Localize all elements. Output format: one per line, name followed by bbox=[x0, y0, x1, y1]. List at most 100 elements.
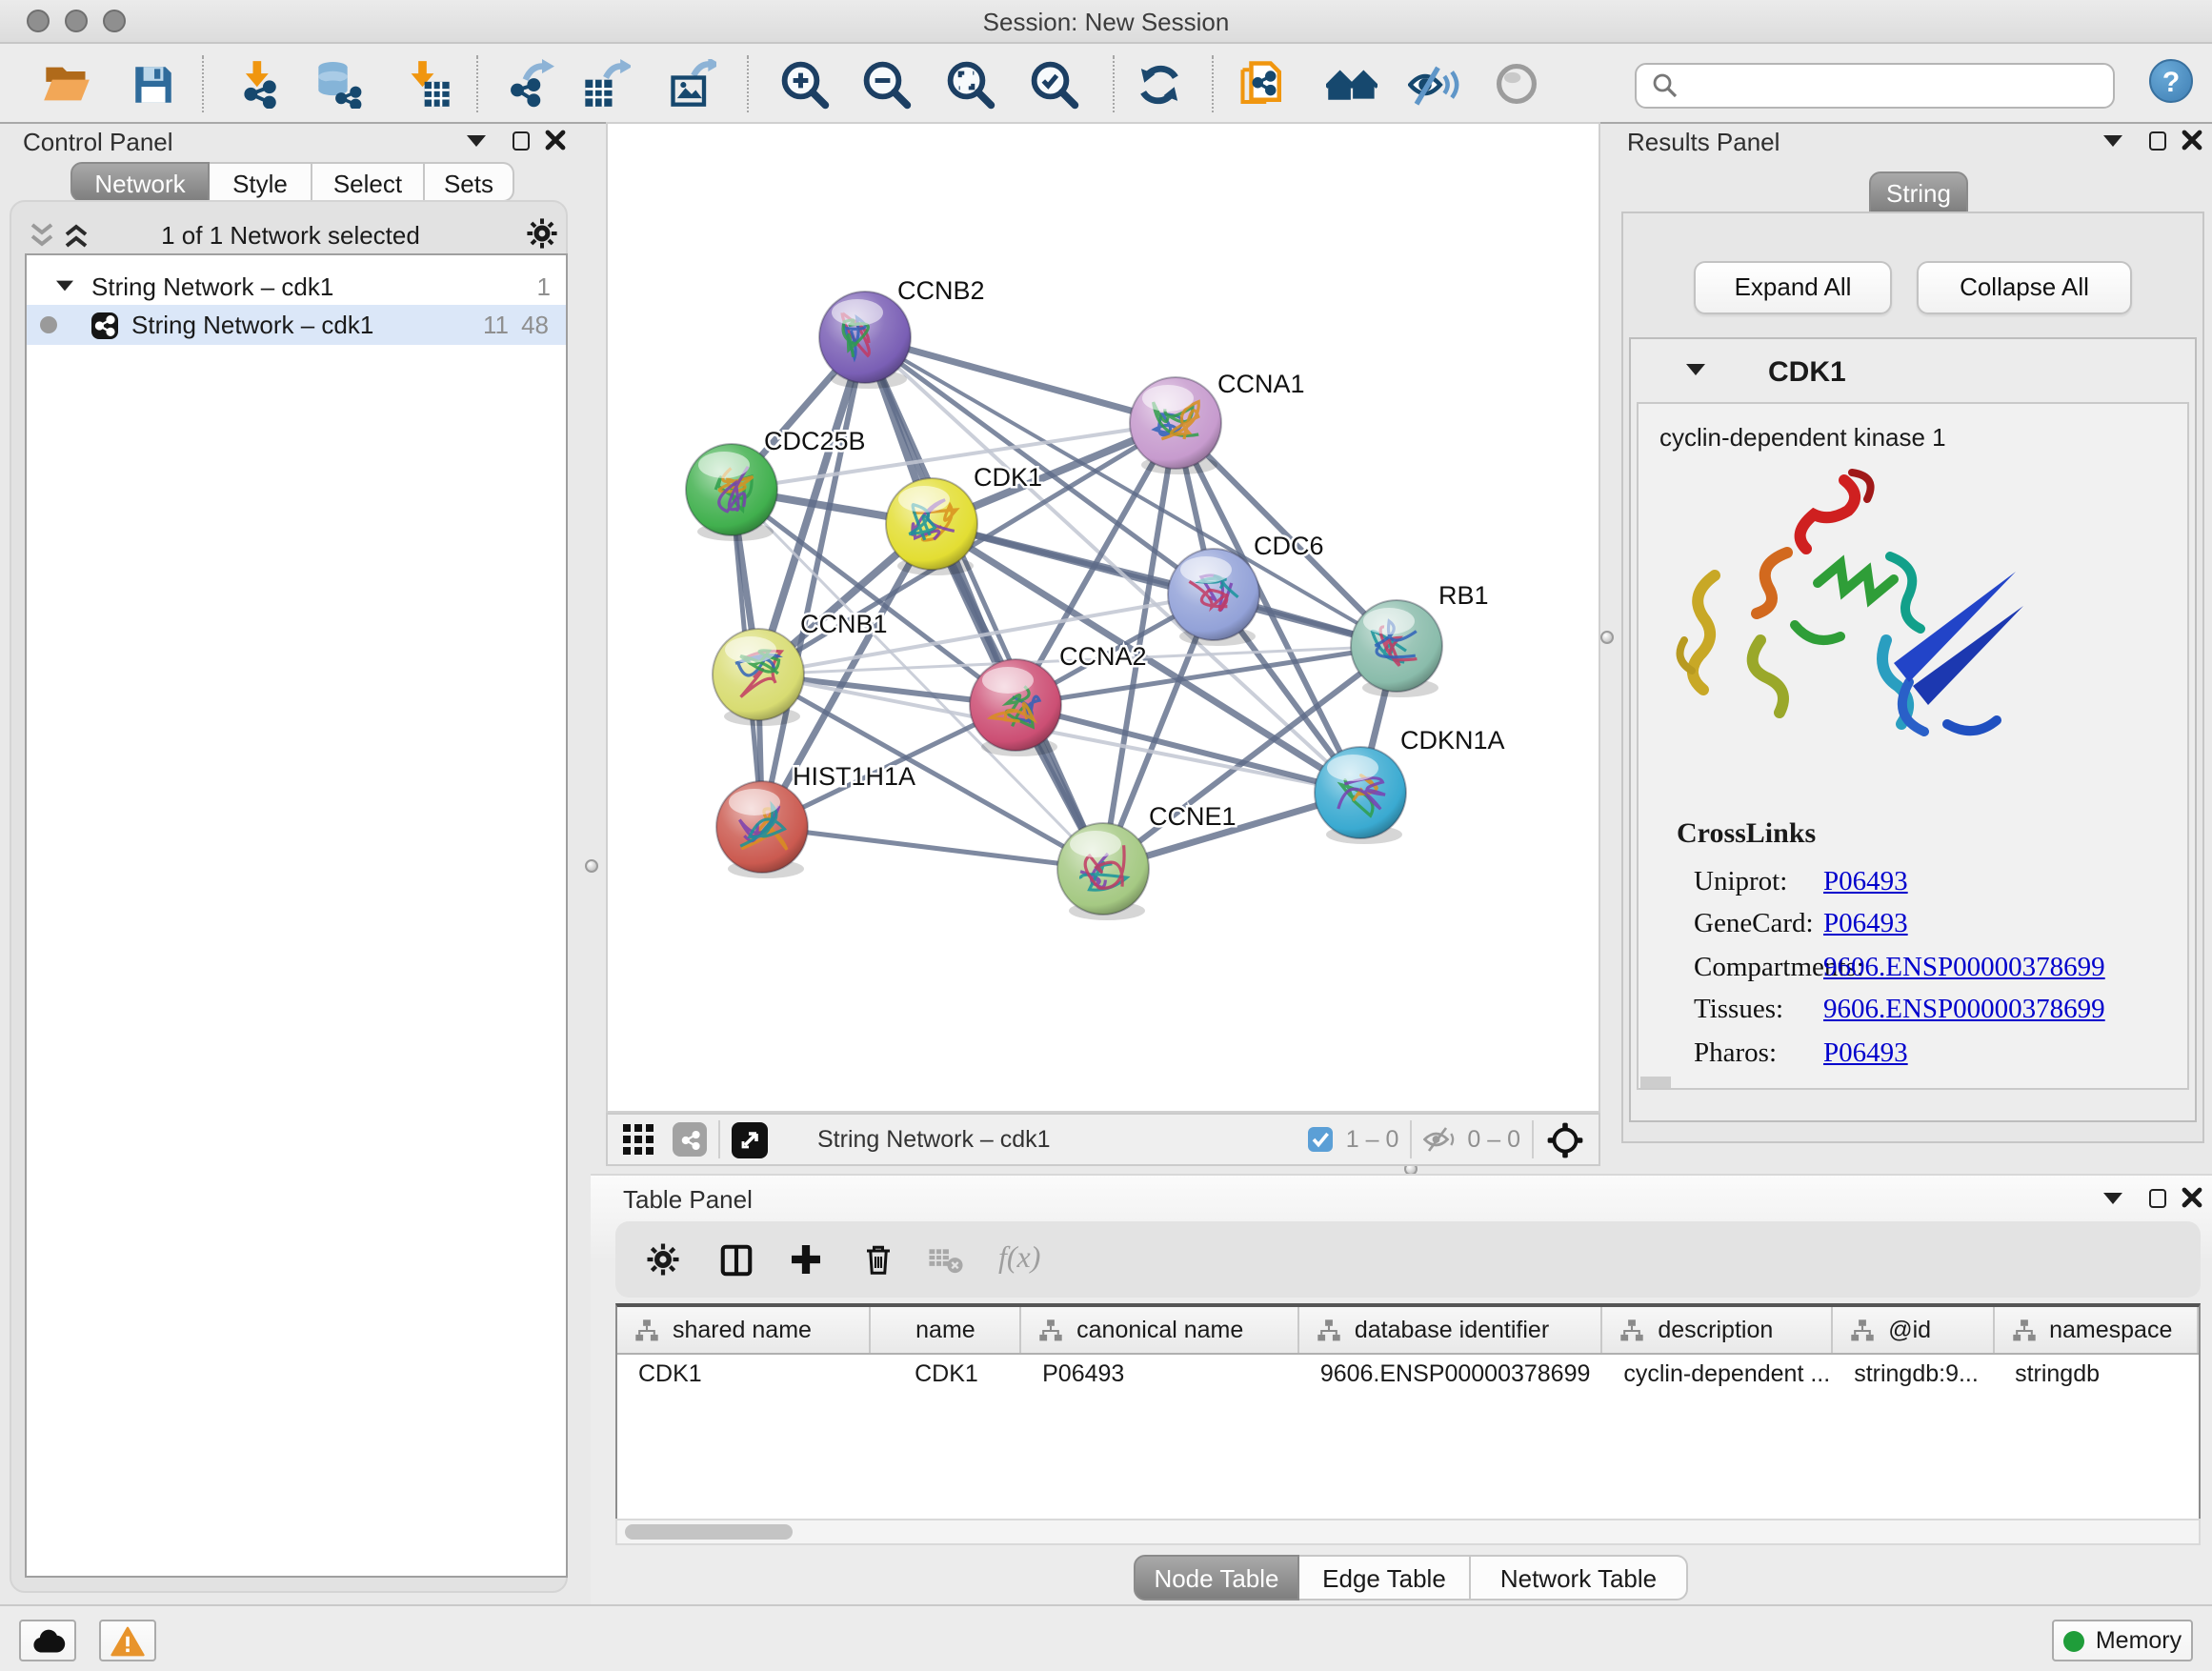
protein-section-collapse-icon[interactable] bbox=[1686, 364, 1705, 375]
column-header-name[interactable]: name bbox=[872, 1307, 1021, 1353]
import-table-icon[interactable] bbox=[402, 57, 455, 111]
graph-node-hist1h1a[interactable] bbox=[716, 781, 808, 878]
zoom-fit-icon[interactable] bbox=[943, 57, 996, 111]
right-splitter-handle[interactable] bbox=[1600, 631, 1614, 644]
grid-view-icon[interactable] bbox=[623, 1123, 655, 1156]
birdseye-icon[interactable] bbox=[1545, 1119, 1585, 1159]
graph-node-cdc25b[interactable] bbox=[686, 444, 777, 541]
help-icon[interactable]: ? bbox=[2149, 59, 2193, 103]
search-icon bbox=[1652, 72, 1679, 99]
network-row-selected[interactable]: String Network – cdk1 11 48 bbox=[27, 305, 566, 345]
crosslink-value-link[interactable]: P06493 bbox=[1823, 867, 1908, 899]
refresh-layout-icon[interactable] bbox=[1132, 57, 1185, 111]
left-splitter-handle[interactable] bbox=[585, 859, 598, 873]
tab-sets[interactable]: Sets bbox=[425, 162, 514, 202]
graph-node-cdkn1a[interactable] bbox=[1315, 747, 1406, 844]
tab-select[interactable]: Select bbox=[312, 162, 425, 202]
delete-column-icon[interactable] bbox=[861, 1242, 895, 1277]
hide-labels-icon[interactable] bbox=[1406, 57, 1459, 111]
graph-node-ccne1[interactable] bbox=[1057, 823, 1149, 920]
control-panel-float-icon[interactable] bbox=[513, 131, 530, 151]
table-cell[interactable]: stringdb bbox=[1994, 1355, 2199, 1393]
table-hscrollbar[interactable] bbox=[615, 1519, 2201, 1545]
selected-checkbox-icon[interactable] bbox=[1308, 1126, 1335, 1153]
expand-all-button[interactable]: Expand All bbox=[1694, 261, 1892, 314]
collection-expand-icon[interactable] bbox=[56, 281, 73, 292]
table-panel-close-icon[interactable] bbox=[2182, 1187, 2202, 1208]
graph-node-ccna1[interactable] bbox=[1130, 377, 1221, 474]
toolbar-separator bbox=[202, 55, 204, 112]
crosslink-row: Compartments:9606.ENSP00000378699 bbox=[1694, 947, 2180, 990]
import-network-file-icon[interactable] bbox=[232, 57, 286, 111]
tab-edge-table[interactable]: Edge Table bbox=[1299, 1555, 1471, 1601]
table-row[interactable]: CDK1CDK1P064939606.ENSP00000378699cyclin… bbox=[617, 1355, 2199, 1393]
network-node-count: 11 bbox=[483, 311, 509, 339]
tab-style[interactable]: Style bbox=[210, 162, 312, 202]
network-collection-row[interactable]: String Network – cdk1 1 bbox=[27, 267, 566, 305]
control-panel-tabs: Network Style Select Sets bbox=[70, 162, 514, 202]
graph-node-rb1[interactable] bbox=[1351, 600, 1442, 697]
graph-edge[interactable] bbox=[762, 827, 1103, 869]
export-network-icon[interactable] bbox=[503, 57, 556, 111]
import-network-database-icon[interactable] bbox=[312, 57, 366, 111]
cloud-status-button[interactable] bbox=[19, 1620, 76, 1661]
column-header-namespace[interactable]: namespace bbox=[1994, 1307, 2199, 1353]
tab-string[interactable]: String bbox=[1869, 171, 1968, 213]
crosslink-value-link[interactable]: 9606.ENSP00000378699 bbox=[1823, 996, 2105, 1028]
graph-node-cdk1[interactable] bbox=[886, 478, 977, 575]
expand-all-icon[interactable] bbox=[61, 221, 91, 250]
open-session-icon[interactable] bbox=[40, 57, 93, 111]
zoom-selected-icon[interactable] bbox=[1027, 57, 1080, 111]
table-cell[interactable]: stringdb:9... bbox=[1833, 1355, 1994, 1393]
column-header-shared-name[interactable]: shared name bbox=[617, 1307, 872, 1353]
column-header-description[interactable]: description bbox=[1602, 1307, 1833, 1353]
control-panel-menu-icon[interactable] bbox=[467, 135, 486, 147]
share-document-icon[interactable] bbox=[1237, 57, 1290, 111]
zoom-in-icon[interactable] bbox=[777, 57, 831, 111]
table-options-gear-icon[interactable] bbox=[646, 1242, 680, 1277]
table-cell[interactable]: cyclin-dependent ... bbox=[1602, 1355, 1833, 1393]
table-hscrollbar-thumb[interactable] bbox=[625, 1524, 793, 1540]
search-input[interactable] bbox=[1688, 70, 2113, 101]
warning-button[interactable] bbox=[99, 1620, 156, 1661]
table-cell[interactable]: CDK1 bbox=[617, 1355, 872, 1393]
collapse-all-button[interactable]: Collapse All bbox=[1917, 261, 2132, 314]
crosslink-value-link[interactable]: 9606.ENSP00000378699 bbox=[1823, 953, 2105, 985]
save-session-icon[interactable] bbox=[126, 57, 179, 111]
tab-network-table[interactable]: Network Table bbox=[1471, 1555, 1688, 1601]
network-canvas[interactable]: CCNB2CCNA1CDC25BCDK1CDC6RB1CCNB1CCNA2CDK… bbox=[606, 122, 1600, 1113]
detach-view-icon[interactable] bbox=[732, 1121, 768, 1158]
memory-button[interactable]: Memory bbox=[2052, 1620, 2193, 1661]
graph-node-label: CCNB1 bbox=[800, 610, 888, 638]
network-options-gear-icon[interactable] bbox=[526, 217, 558, 250]
show-columns-icon[interactable] bbox=[718, 1241, 754, 1278]
results-scrollbar-stub[interactable] bbox=[1640, 1077, 1671, 1088]
results-panel-close-icon[interactable] bbox=[2182, 130, 2202, 151]
network-view-mode-icon[interactable] bbox=[673, 1122, 707, 1157]
results-panel-float-icon[interactable] bbox=[2149, 131, 2166, 151]
crosslink-value-link[interactable]: P06493 bbox=[1823, 1038, 1908, 1071]
visibility-icon[interactable] bbox=[1490, 57, 1543, 111]
collapse-all-icon[interactable] bbox=[27, 221, 57, 250]
tab-node-table[interactable]: Node Table bbox=[1134, 1555, 1299, 1601]
column-header-database-identifier[interactable]: database identifier bbox=[1299, 1307, 1603, 1353]
column-header-canonical-name[interactable]: canonical name bbox=[1021, 1307, 1299, 1353]
table-panel-menu-icon[interactable] bbox=[2103, 1193, 2122, 1204]
graph-node-ccnb1[interactable] bbox=[713, 629, 804, 726]
export-table-icon[interactable] bbox=[579, 57, 633, 111]
control-panel-close-icon[interactable] bbox=[545, 130, 566, 151]
column-header--id[interactable]: @id bbox=[1833, 1307, 1994, 1353]
home-icon[interactable] bbox=[1324, 57, 1377, 111]
table-panel-float-icon[interactable] bbox=[2149, 1189, 2166, 1208]
table-cell[interactable]: 9606.ENSP00000378699 bbox=[1299, 1355, 1603, 1393]
tab-network[interactable]: Network bbox=[70, 162, 210, 202]
results-panel-menu-icon[interactable] bbox=[2103, 135, 2122, 147]
add-column-icon[interactable] bbox=[789, 1242, 823, 1277]
table-cell[interactable]: P06493 bbox=[1021, 1355, 1299, 1393]
graph-node-cdc6[interactable] bbox=[1168, 549, 1259, 646]
graph-node-ccna2[interactable] bbox=[970, 659, 1061, 756]
crosslink-value-link[interactable]: P06493 bbox=[1823, 910, 1908, 942]
export-image-icon[interactable] bbox=[665, 57, 718, 111]
zoom-out-icon[interactable] bbox=[859, 57, 913, 111]
table-cell[interactable]: CDK1 bbox=[872, 1355, 1021, 1393]
